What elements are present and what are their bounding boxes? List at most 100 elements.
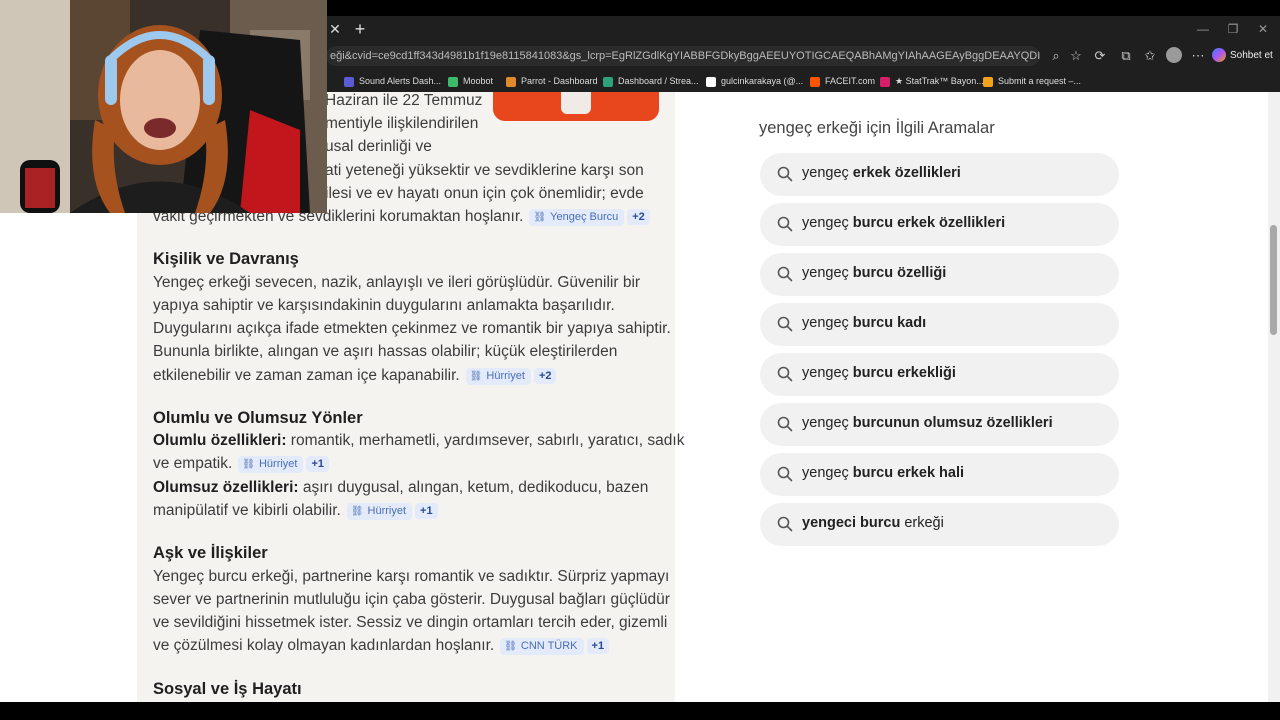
- source-count-badge[interactable]: +2: [533, 368, 557, 384]
- related-search-label: yengeci burcu erkeği: [802, 515, 944, 531]
- intro-line: ati yeteneği yüksektir ve sevdiklerine k…: [325, 162, 644, 179]
- bookmark-label: Parrot - Dashboard: [521, 76, 598, 86]
- query-prefix: yengeç: [802, 365, 853, 381]
- related-search-label: yengeç burcu erkek hali: [802, 465, 964, 481]
- query-prefix: yengeç: [802, 265, 853, 281]
- positive-label: Olumlu özellikleri:: [153, 432, 287, 449]
- maximize-icon[interactable]: ❐: [1218, 18, 1248, 40]
- query-prefix: yengeç: [802, 315, 853, 331]
- search-icon: [777, 266, 793, 282]
- source-count-badge[interactable]: +1: [306, 456, 330, 472]
- query-bold: burcu kadı: [852, 315, 927, 331]
- paragraph-line-last: etkilenebilir ve zaman zaman içe kapanab…: [153, 364, 557, 387]
- bookmark-item[interactable]: Dashboard / Strea...: [603, 73, 699, 89]
- related-search-item[interactable]: yengeç erkek özellikleri: [760, 153, 1119, 196]
- link-icon: ⛓: [504, 641, 517, 652]
- source-chip-label: Hürriyet: [486, 370, 525, 382]
- source-count-badge[interactable]: +1: [586, 638, 610, 654]
- minimize-icon[interactable]: —: [1188, 18, 1218, 40]
- related-search-item[interactable]: yengeç burcunun olumsuz özellikleri: [760, 403, 1119, 446]
- bookmark-label: Dashboard / Strea...: [618, 76, 699, 86]
- favorite-star-icon[interactable]: ☆: [1066, 46, 1086, 66]
- bookmark-favicon-icon: [344, 76, 354, 87]
- source-chip-label: CNN TÜRK: [520, 640, 578, 652]
- tab-close-icon[interactable]: ✕: [326, 18, 344, 40]
- more-menu-icon[interactable]: ⋯: [1188, 46, 1208, 66]
- related-search-item[interactable]: yengeç burcu erkekliği: [760, 353, 1119, 396]
- hero-image: [493, 92, 659, 121]
- url-field[interactable]: eği&cvid=ce9cd1ff343d4981b1f19e811584108…: [326, 46, 1040, 66]
- section-heading: Kişilik ve Davranış: [153, 250, 299, 268]
- link-icon: ⛓: [350, 506, 364, 517]
- section-heading: Sosyal ve İş Hayatı: [153, 680, 302, 698]
- source-chip[interactable]: ⛓ CNN TÜRK: [500, 638, 584, 655]
- source-count-badge[interactable]: +2: [627, 209, 650, 225]
- profile-avatar[interactable]: [1166, 47, 1182, 63]
- bottom-strip: [0, 702, 1280, 720]
- new-tab-icon[interactable]: +: [350, 18, 370, 40]
- paragraph-line: Duygularını açıkça ifade etmekten çekinm…: [153, 320, 671, 337]
- related-search-label: yengeç burcu özelliği: [802, 265, 946, 281]
- bookmark-favicon-icon: [506, 76, 516, 87]
- query-bold: yengeci burcu: [802, 515, 901, 531]
- intro-line: Haziran ile 22 Temmuz: [325, 92, 483, 109]
- source-chip-label: Yengeç Burcu: [550, 211, 619, 223]
- query-bold: burcunun olumsuz özellikleri: [852, 415, 1053, 431]
- query-prefix: yengeç: [802, 215, 853, 231]
- intro-line: mentiyle ilişkilendirilen: [325, 115, 479, 132]
- related-search-item[interactable]: yengeç burcu erkek hali: [760, 453, 1119, 496]
- bookmark-label: gulcinkarakaya (@...: [721, 76, 804, 86]
- related-search-label: yengeç erkek özellikleri: [802, 165, 961, 181]
- source-chip[interactable]: ⛓ Yengeç Burcu: [529, 209, 625, 226]
- bookmark-item[interactable]: FACEIT.com: [810, 73, 875, 89]
- bookmark-item[interactable]: gulcinkarakaya (@...: [706, 73, 803, 89]
- related-search-item[interactable]: yengeci burcu erkeği: [760, 503, 1119, 546]
- negative-label: Olumsuz özellikleri:: [153, 479, 299, 496]
- positive-traits-line: Olumlu özellikleri: romantik, merhametli…: [153, 429, 684, 452]
- source-chip[interactable]: ⛓ Hürriyet: [465, 368, 531, 385]
- bookmark-favicon-icon: [810, 76, 820, 87]
- copilot-label: Sohbet et: [1230, 50, 1273, 61]
- bookmark-label: Sound Alerts Dash...: [359, 76, 442, 86]
- source-chip[interactable]: ⛓ Hürriyet: [346, 503, 413, 520]
- source-chip[interactable]: ⛓ Hürriyet: [238, 456, 304, 473]
- related-search-item[interactable]: yengeç burcu kadı: [760, 303, 1119, 346]
- paragraph-text: etkilenebilir ve zaman zaman içe kapanab…: [153, 367, 460, 384]
- favorites-icon[interactable]: ✩: [1140, 46, 1160, 66]
- intro-line: usal derinliği ve: [325, 138, 432, 155]
- related-search-item[interactable]: yengeç burcu özelliği: [760, 253, 1119, 296]
- bookmark-favicon-icon: [880, 76, 890, 87]
- source-count-badge[interactable]: +1: [415, 503, 438, 519]
- query-bold: burcu erkekliği: [852, 365, 956, 381]
- bookmark-item[interactable]: Parrot - Dashboard: [506, 73, 598, 89]
- related-search-item[interactable]: yengeç burcu erkek özellikleri: [760, 203, 1119, 246]
- bookmark-item[interactable]: Submit a request –...: [983, 73, 1081, 89]
- zoom-icon[interactable]: ⌕: [1046, 46, 1066, 66]
- related-search-label: yengeç burcunun olumsuz özellikleri: [802, 415, 1053, 431]
- extensions-icon[interactable]: ⟳: [1090, 46, 1110, 66]
- search-icon: [777, 466, 793, 482]
- link-icon: ⛓: [533, 212, 547, 223]
- source-chip-label: Hürriyet: [258, 458, 298, 470]
- search-icon: [777, 216, 793, 232]
- window-close-icon[interactable]: ✕: [1248, 18, 1278, 40]
- split-screen-icon[interactable]: ⧉: [1116, 46, 1136, 66]
- bookmark-label: ★ StatTrak™ Bayon...: [895, 76, 984, 86]
- bookmark-favicon-icon: [983, 76, 993, 87]
- bookmark-favicon-icon: [706, 76, 716, 87]
- paragraph-line: sever ve partnerinin mutluluğu için çaba…: [153, 591, 670, 608]
- paragraph-line: Bununla birlikte, alıngan ve aşırı hassa…: [153, 343, 618, 360]
- query-prefix: yengeç: [802, 165, 853, 181]
- scrollbar-track[interactable]: [1268, 92, 1280, 702]
- search-icon: [777, 166, 793, 182]
- paragraph-text: ve çözülmesi kolay olmayan kadınlardan h…: [153, 637, 495, 654]
- copilot-button[interactable]: Sohbet et: [1212, 46, 1273, 66]
- scrollbar-thumb[interactable]: [1270, 225, 1277, 335]
- bookmark-item[interactable]: ★ StatTrak™ Bayon...: [880, 73, 984, 89]
- paragraph-line-last: ve çözülmesi kolay olmayan kadınlardan h…: [153, 634, 610, 657]
- related-search-label: yengeç burcu erkek özellikleri: [802, 215, 1005, 231]
- bookmark-item[interactable]: Moobot: [448, 73, 493, 89]
- bookmark-item[interactable]: Sound Alerts Dash...: [344, 73, 441, 89]
- search-icon: [777, 416, 793, 432]
- bookmark-label: Moobot: [463, 76, 494, 86]
